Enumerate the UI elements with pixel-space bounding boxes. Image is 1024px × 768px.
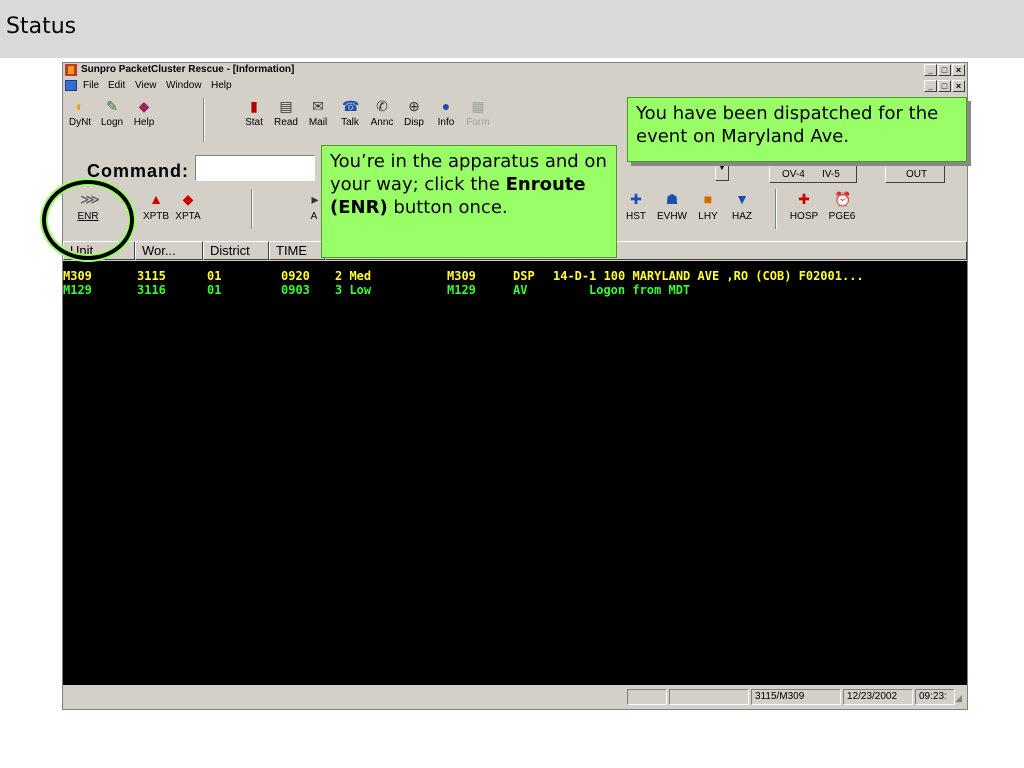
window-titlebar: Sunpro PacketCluster Rescue - [Informati… <box>63 63 967 78</box>
info-button[interactable]: ● Info <box>431 94 461 146</box>
toolbar-separator <box>775 189 777 229</box>
app-logo-icon <box>65 64 77 76</box>
logon-icon: ✎ <box>106 98 118 114</box>
read-icon: ▤ <box>279 98 293 114</box>
transport-a-icon: ◆ <box>182 191 194 207</box>
available-button[interactable]: ▸ A <box>307 191 321 222</box>
doc-minimize-button[interactable]: _ <box>924 80 937 92</box>
page-icon: ⏰ <box>834 191 852 207</box>
window-title: Sunpro PacketCluster Rescue - [Informati… <box>81 64 295 75</box>
toolbar-separator <box>203 98 205 142</box>
slide-header: Status <box>0 0 1024 58</box>
toolbar-separator <box>251 189 253 229</box>
info-icon: ● <box>441 98 451 114</box>
hazard-icon: ▼ <box>735 191 749 207</box>
table-row[interactable]: M129 3116 01 0903 3 Low M129 AV Logon fr… <box>63 283 967 297</box>
xptb-button[interactable]: ▲ XPTB <box>141 191 171 222</box>
enr-highlight-circle <box>42 180 134 260</box>
mail-button[interactable]: ✉ Mail <box>303 94 333 146</box>
pge6-button[interactable]: ⏰ PGE6 <box>827 191 857 222</box>
transport-b-icon: ▲ <box>149 191 163 207</box>
status-bar: 3115/M309 12/23/2002 09:23: ◢ <box>63 687 967 707</box>
command-input[interactable] <box>195 155 315 181</box>
command-label: Command: <box>87 161 189 181</box>
menu-view[interactable]: View <box>135 80 157 91</box>
hst-button[interactable]: ✚ HST <box>623 191 649 222</box>
status-unit-info: 3115/M309 <box>751 689 841 705</box>
resize-grip-icon[interactable]: ◢ <box>955 693 962 704</box>
talk-icon: ☎ <box>342 98 360 114</box>
announce-icon: ✆ <box>376 98 388 114</box>
minimize-button[interactable]: _ <box>924 64 937 76</box>
status-date: 12/23/2002 <box>843 689 913 705</box>
table-row[interactable]: M309 3115 01 0920 2 Med M309 DSP 14-D-1 … <box>63 269 967 283</box>
close-button[interactable]: × <box>952 64 965 76</box>
hospital-status-icon: ✚ <box>630 191 642 207</box>
hosp-button[interactable]: ✚ HOSP <box>787 191 821 222</box>
dynt-button[interactable]: ◐ DyNt <box>65 94 95 146</box>
doc-close-button[interactable]: × <box>952 80 965 92</box>
document-icon <box>65 80 77 91</box>
mail-icon: ✉ <box>312 98 324 114</box>
stat-button[interactable]: ▮ Stat <box>239 94 269 146</box>
stat-icon: ▮ <box>250 98 258 114</box>
read-button[interactable]: ▤ Read <box>271 94 301 146</box>
dispatch-callout: You have been dispatched for the event o… <box>627 97 967 162</box>
form-icon: ▦ <box>471 98 485 114</box>
unit-status-grid: M309 3115 01 0920 2 Med M309 DSP 14-D-1 … <box>63 261 967 685</box>
maximize-button[interactable]: □ <box>938 64 951 76</box>
column-header-time[interactable]: TIME <box>269 241 325 260</box>
menu-help[interactable]: Help <box>211 80 232 91</box>
menu-file[interactable]: File <box>83 80 99 91</box>
evhw-icon: ☗ <box>665 191 679 207</box>
xpta-button[interactable]: ◆ XPTA <box>173 191 203 222</box>
ov4-button[interactable]: OV-4 <box>782 169 805 180</box>
menu-window[interactable]: Window <box>166 80 202 91</box>
status-panel-empty <box>627 689 667 705</box>
slide-title: Status <box>6 14 77 39</box>
annc-button[interactable]: ✆ Annc <box>367 94 397 146</box>
dispatch-icon: ⊕ <box>408 98 420 114</box>
haz-button[interactable]: ▼ HAZ <box>727 191 757 222</box>
logn-button[interactable]: ✎ Logn <box>97 94 127 146</box>
doc-maximize-button[interactable]: □ <box>938 80 951 92</box>
help-button[interactable]: ◆ Help <box>129 94 159 146</box>
menu-bar: File Edit View Window Help _ □ × <box>63 79 967 93</box>
iv5-button[interactable]: IV-5 <box>822 169 840 180</box>
hospital-icon: ✚ <box>798 191 810 207</box>
form-button[interactable]: ▦ Form <box>463 94 493 146</box>
column-header-wor[interactable]: Wor... <box>135 241 203 260</box>
menu-edit[interactable]: Edit <box>108 80 125 91</box>
disp-button[interactable]: ⊕ Disp <box>399 94 429 146</box>
enroute-instruction-callout: You’re in the apparatus and on your way;… <box>321 145 617 258</box>
globe-icon: ◐ <box>75 98 85 114</box>
lhy-button[interactable]: ■ LHY <box>693 191 723 222</box>
status-panel-empty <box>669 689 749 705</box>
status-time: 09:23: <box>915 689 955 705</box>
lhy-icon: ■ <box>703 191 713 207</box>
help-icon: ◆ <box>138 98 150 114</box>
evhw-button[interactable]: ☗ EVHW <box>657 191 687 222</box>
talk-button[interactable]: ☎ Talk <box>335 94 365 146</box>
column-header-district[interactable]: District <box>203 241 269 260</box>
